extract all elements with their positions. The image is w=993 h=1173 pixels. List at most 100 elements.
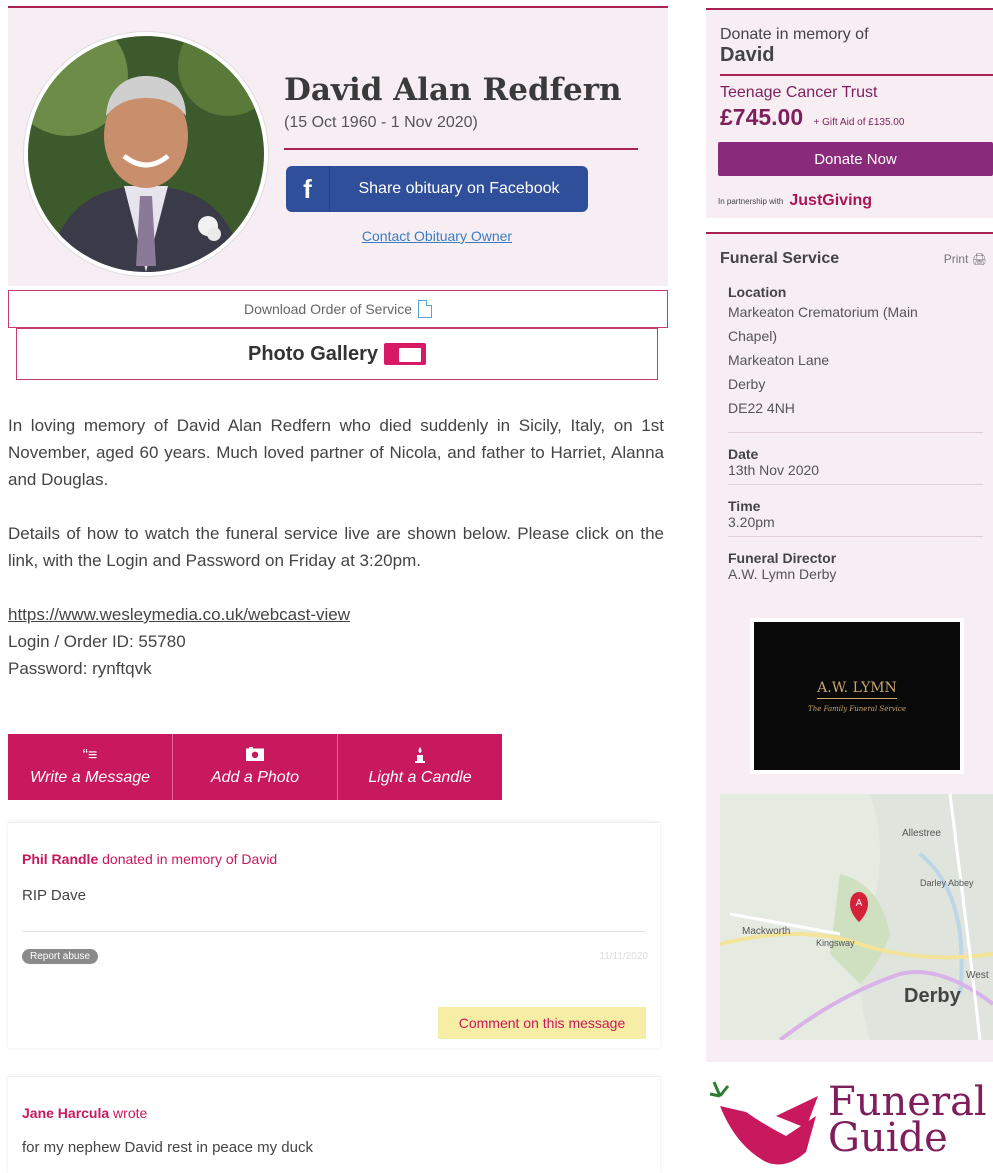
divider [728, 484, 983, 485]
print-button[interactable]: Print 🖨 [944, 252, 987, 266]
divider [728, 536, 983, 537]
document-icon [418, 300, 433, 318]
message-action: donated in memory of David [98, 851, 278, 867]
director-label: Funeral Director [728, 550, 837, 566]
divider [728, 432, 983, 433]
tribute-text: In loving memory of David Alan Redfern w… [8, 412, 664, 682]
report-abuse-button[interactable]: Report abuse [22, 949, 99, 964]
photo-gallery-label: Photo Gallery [247, 342, 379, 365]
deceased-name: David Alan Redfern [284, 72, 622, 108]
message-author[interactable]: Jane Harcula [22, 1105, 109, 1121]
funeral-director: Funeral Director A.W. Lymn Derby [728, 550, 983, 582]
divider [720, 74, 993, 76]
message-header: Phil Randle donated in memory of David [22, 851, 277, 867]
partner-label: In partnership with [718, 196, 784, 206]
webcast-instructions: Details of how to watch the funeral serv… [8, 524, 664, 570]
location-line: Markeaton Lane [728, 352, 830, 368]
contact-owner-link[interactable]: Contact Obituary Owner [286, 228, 588, 244]
gift-aid: + Gift Aid of £135.00 [813, 117, 905, 128]
obituary-header: David Alan Redfern (15 Oct 1960 - 1 Nov … [8, 6, 668, 286]
candle-icon [414, 747, 426, 763]
location-line: Chapel) [728, 328, 778, 344]
photo-gallery-button[interactable]: Photo Gallery [16, 328, 658, 380]
map-label: West [966, 970, 989, 981]
write-message-button[interactable]: “≡ Write a Message [8, 734, 173, 800]
quote-icon: “≡ [82, 747, 98, 764]
location-map[interactable]: A Allestree Darley Abbey Mackworth Kings… [720, 794, 993, 1040]
divider [284, 148, 638, 150]
location-label: Location [728, 284, 787, 300]
map-label: Derby [904, 985, 962, 1007]
map-label: Kingsway [816, 938, 855, 948]
webcast-password: Password: rynftqvk [8, 659, 152, 678]
add-photo-button[interactable]: Add a Photo [173, 734, 338, 800]
divider [22, 931, 646, 932]
logo-tagline: The Family Funeral Service [808, 704, 906, 713]
service-time: Time 3.20pm [728, 498, 983, 530]
map-label: Allestree [902, 828, 941, 839]
location-line: Markeaton Crematorium (Main [728, 304, 918, 320]
camera-icon [246, 747, 264, 763]
time-value: 3.20pm [728, 514, 775, 530]
donation-total: £745.00 + Gift Aid of £135.00 [720, 104, 904, 131]
brand-line: Guide [828, 1115, 948, 1161]
share-facebook-button[interactable]: f Share obituary on Facebook [286, 166, 588, 212]
message-card: Jane Harcula wrote for my nephew David r… [8, 1076, 660, 1173]
obituary-main: David Alan Redfern (15 Oct 1960 - 1 Nov … [0, 0, 670, 1173]
map-pin-label: A [856, 898, 863, 909]
printer-icon: 🖨 [971, 252, 987, 266]
profile-photo [24, 32, 268, 276]
funeral-guide-logo[interactable]: Funeral Guide [706, 1070, 993, 1173]
map-label: Darley Abbey [920, 878, 974, 888]
print-label: Print [943, 252, 969, 266]
time-label: Time [728, 498, 761, 514]
location-line: DE22 4NH [728, 400, 795, 416]
donate-title: Donate in memory of [720, 26, 869, 43]
donate-now-button[interactable]: Donate Now [718, 142, 993, 176]
profile-photo-image [28, 36, 264, 272]
gallery-icon [384, 343, 427, 365]
donate-name: David [720, 44, 775, 66]
message-card: Phil Randle donated in memory of David R… [8, 822, 660, 1048]
date-value: 13th Nov 2020 [728, 462, 820, 478]
webcast-login: Login / Order ID: 55780 [8, 632, 186, 651]
message-header: Jane Harcula wrote [22, 1105, 147, 1121]
funeral-guide-wordmark: Funeral Guide [828, 1082, 987, 1161]
life-dates: (15 Oct 1960 - 1 Nov 2020) [284, 114, 478, 131]
director-value: A.W. Lymn Derby [728, 566, 837, 582]
download-order-of-service[interactable]: Download Order of Service [8, 290, 668, 328]
donation-panel: Donate in memory of David Teenage Cancer… [706, 8, 993, 218]
funeral-director-logo[interactable]: A.W. LYMN The Family Funeral Service [750, 618, 964, 774]
service-date: Date 13th Nov 2020 [728, 446, 983, 478]
charity-name[interactable]: Teenage Cancer Trust [720, 84, 877, 102]
webcast-link[interactable]: https://www.wesleymedia.co.uk/webcast-vi… [8, 605, 350, 624]
donation-amount: £745.00 [720, 104, 804, 130]
service-location: Location Markeaton Crematorium (Main Cha… [728, 284, 983, 420]
justgiving-logo: JustGiving [789, 192, 873, 209]
message-date: 11/11/2020 [599, 951, 648, 962]
download-label: Download Order of Service [243, 301, 413, 317]
logo-name: A.W. LYMN [817, 680, 897, 699]
comment-button[interactable]: Comment on this message [438, 1007, 646, 1039]
write-message-label: Write a Message [29, 769, 151, 786]
date-label: Date [728, 446, 759, 462]
map-label: Mackworth [742, 926, 790, 937]
share-facebook-label: Share obituary on Facebook [358, 180, 560, 197]
light-candle-label: Light a Candle [368, 769, 472, 786]
light-candle-button[interactable]: Light a Candle [338, 734, 502, 800]
sidebar: Donate in memory of David Teenage Cancer… [706, 0, 993, 1173]
logo-panel: A.W. LYMN The Family Funeral Service [754, 622, 960, 770]
dove-icon [709, 1081, 818, 1165]
message-text: RIP Dave [22, 887, 86, 904]
message-action: wrote [109, 1105, 148, 1121]
service-title: Funeral Service [720, 250, 840, 267]
facebook-icon: f [286, 166, 330, 212]
message-text: for my nephew David rest in peace my duc… [22, 1139, 313, 1156]
funeral-service-panel: Funeral Service Print 🖨 Location Markeat… [706, 232, 993, 1062]
location-line: Derby [728, 376, 766, 392]
tribute-paragraph: In loving memory of David Alan Redfern w… [8, 416, 664, 489]
map-image: A Allestree Darley Abbey Mackworth Kings… [720, 794, 993, 1040]
add-photo-label: Add a Photo [210, 769, 300, 786]
message-author[interactable]: Phil Randle [22, 851, 98, 867]
partner-note: In partnership with JustGiving [718, 192, 872, 210]
